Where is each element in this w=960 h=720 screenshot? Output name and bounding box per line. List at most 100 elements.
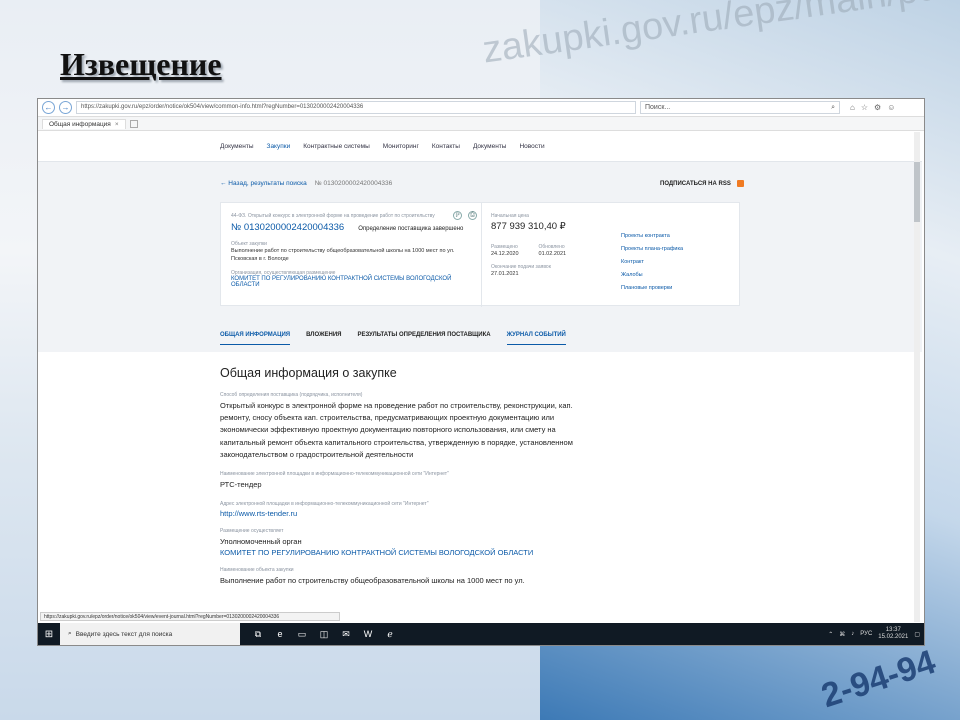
placer-org-link[interactable]: КОМИТЕТ ПО РЕГУЛИРОВАНИЮ КОНТРАКТНОЙ СИС… — [220, 548, 580, 557]
search-icon: ⌕ — [68, 630, 72, 637]
site-nav-item[interactable]: Документы — [220, 143, 254, 150]
chevron-up-icon[interactable]: ⌃ — [828, 631, 833, 638]
updated-value: 01.02.2021 — [538, 251, 567, 257]
windows-start-icon[interactable]: ⊞ — [38, 623, 60, 645]
law-line: 44-ФЗ. Открытый конкурс в электронной фо… — [231, 213, 435, 219]
gear-icon[interactable]: ⚙ — [874, 103, 881, 112]
back-icon[interactable]: ← — [42, 101, 55, 114]
object-value: Выполнение работ по строительству общеоб… — [231, 248, 455, 262]
rss-icon — [736, 180, 744, 187]
dates-row: Размещено 24.12.2020 Обновлено 01.02.202… — [491, 244, 616, 258]
folder-icon[interactable]: ▭ — [296, 628, 308, 640]
print-icon[interactable]: ⎙ — [468, 211, 477, 220]
clock-time: 13:37 — [885, 627, 901, 633]
volume-icon[interactable]: ♪ — [851, 631, 854, 637]
sign-icon[interactable]: ℙ — [453, 211, 462, 220]
method-label: Способ определения поставщика (подрядчик… — [220, 392, 363, 398]
status-url: https://zakupki.gov.ru/epz/order/notice/… — [40, 612, 340, 621]
tab-event-journal[interactable]: ЖУРНАЛ СОБЫТИЙ — [506, 332, 566, 345]
task-view-icon[interactable]: ⧉ — [252, 628, 264, 640]
end-value: 27.01.2021 — [491, 271, 519, 277]
card-left: 44-ФЗ. Открытый конкурс в электронной фо… — [231, 213, 481, 288]
card-icons: ℙ ⎙ — [453, 211, 477, 220]
tab-general-info[interactable]: ОБЩАЯ ИНФОРМАЦИЯ — [220, 332, 291, 345]
browser-toolbar-icons: ⌂ ☆ ⚙ ☺ — [850, 103, 895, 112]
site-nav-item[interactable]: Мониторинг — [383, 143, 419, 150]
notice-stage: Определение поставщика завершено — [358, 226, 464, 232]
slide-title: Извещение — [60, 46, 222, 82]
network-icon[interactable]: ⌘ — [839, 631, 845, 638]
posted-block: Размещено 24.12.2020 — [491, 244, 519, 258]
search-icon: ⌕ — [831, 104, 835, 111]
card-link[interactable]: Жалобы — [621, 272, 683, 278]
rss-label: ПОДПИСАТЬСЯ НА RSS — [660, 180, 731, 187]
scrollbar[interactable] — [914, 132, 920, 622]
price-label: Начальная цена — [491, 213, 529, 219]
card-link[interactable]: Проекты контракта — [621, 233, 683, 239]
site-nav: Документы Закупки Контрактные системы Мо… — [38, 132, 922, 162]
price-value: 877 939 310,40 ₽ — [491, 221, 566, 232]
placer-value: Уполномоченный орган — [220, 537, 302, 547]
org-link[interactable]: КОМИТЕТ ПО РЕГУЛИРОВАНИЮ КОНТРАКТНОЙ СИС… — [231, 276, 481, 288]
tab-label: Общая информация — [49, 120, 111, 128]
breadcrumb: ← Назад, результаты поиска № 01302000024… — [220, 180, 392, 187]
address-bar[interactable]: https://zakupki.gov.ru/epz/order/notice/… — [76, 101, 636, 114]
browser-search[interactable]: Поиск... ⌕ — [640, 101, 840, 114]
tab-attachments[interactable]: ВЛОЖЕНИЯ — [306, 332, 341, 345]
platform-label: Наименование электронной площадки в инфо… — [220, 471, 449, 478]
tab-row: Общая информация × — [38, 117, 924, 131]
breadcrumb-back-link[interactable]: ← Назад, результаты поиска — [220, 180, 307, 187]
tab-results[interactable]: РЕЗУЛЬТАТЫ ОПРЕДЕЛЕНИЯ ПОСТАВЩИКА — [357, 332, 490, 345]
taskbar: ⊞ ⌕ Введите здесь текст для поиска ⧉ e ▭… — [38, 623, 924, 645]
taskbar-search-placeholder: Введите здесь текст для поиска — [75, 630, 173, 638]
section-title: Общая информация о закупке — [220, 366, 397, 380]
ie-icon[interactable]: ℯ — [384, 628, 396, 640]
rss-subscribe[interactable]: ПОДПИСАТЬСЯ НА RSS — [660, 180, 744, 187]
taskbar-search[interactable]: ⌕ Введите здесь текст для поиска — [60, 623, 240, 645]
general-info-section: Общая информация о закупке Способ опреде… — [220, 366, 580, 588]
site-nav-item[interactable]: Контакты — [432, 143, 460, 150]
site-nav-item[interactable]: Новости — [519, 143, 544, 150]
site-nav-item[interactable]: Контрактные системы — [303, 143, 370, 150]
notification-icon[interactable]: ▢ — [914, 631, 920, 638]
site-nav-item[interactable]: Документы — [473, 143, 507, 150]
card-links: Проекты контракта Проекты плана-графика … — [621, 233, 683, 291]
new-tab-button[interactable] — [129, 119, 138, 128]
taskbar-apps: ⧉ e ▭ ◫ ✉ W ℯ — [252, 628, 396, 640]
method-value: Открытый конкурс в электронной форме на … — [220, 401, 573, 459]
card-divider — [481, 203, 482, 307]
language-indicator[interactable]: РУС — [860, 631, 872, 637]
clock-date: 15.02.2021 — [878, 634, 909, 640]
platform-address-link[interactable]: http://www.rts-tender.ru — [220, 509, 580, 518]
clock[interactable]: 13:37 15.02.2021 — [878, 627, 908, 641]
updated-block: Обновлено 01.02.2021 — [539, 244, 567, 258]
card-mid: Начальная цена 877 939 310,40 ₽ Размещен… — [491, 213, 616, 278]
card-link[interactable]: Плановые проверки — [621, 285, 683, 291]
notice-tabs: ОБЩАЯ ИНФОРМАЦИЯ ВЛОЖЕНИЯ РЕЗУЛЬТАТЫ ОПР… — [220, 332, 566, 345]
card-link[interactable]: Проекты плана-графика — [621, 246, 683, 252]
smiley-icon[interactable]: ☺ — [887, 103, 895, 112]
mail-icon[interactable]: ✉ — [340, 628, 352, 640]
word-icon[interactable]: W — [362, 628, 374, 640]
site-page: Документы Закупки Контрактные системы Мо… — [38, 132, 922, 622]
star-icon[interactable]: ☆ — [861, 103, 868, 112]
home-icon[interactable]: ⌂ — [850, 103, 855, 112]
forward-icon[interactable]: → — [59, 101, 72, 114]
browser-tab[interactable]: Общая информация × — [42, 118, 126, 129]
placer-label: Размещение осуществляет — [220, 528, 284, 535]
browser-screenshot: ← → https://zakupki.gov.ru/epz/order/not… — [37, 98, 925, 646]
address-row: ← → https://zakupki.gov.ru/epz/order/not… — [38, 99, 924, 117]
close-icon[interactable]: × — [115, 121, 119, 128]
content-area: Общая информация о закупке Способ опреде… — [38, 352, 922, 622]
notice-number[interactable]: № 0130200002420004336 — [231, 222, 344, 233]
browser-search-placeholder: Поиск... — [645, 104, 671, 111]
address-label: Адрес электронной площадки в информацион… — [220, 501, 429, 508]
site-nav-item[interactable]: Закупки — [267, 143, 291, 150]
edge-icon[interactable]: e — [274, 628, 286, 640]
breadcrumb-number: № 0130200002420004336 — [314, 180, 393, 187]
card-link[interactable]: Контракт — [621, 259, 683, 265]
scroll-thumb[interactable] — [914, 162, 920, 222]
platform-value: РТС-тендер — [220, 480, 262, 490]
store-icon[interactable]: ◫ — [318, 628, 330, 640]
notice-number-row: № 0130200002420004336 Определение постав… — [231, 222, 481, 233]
